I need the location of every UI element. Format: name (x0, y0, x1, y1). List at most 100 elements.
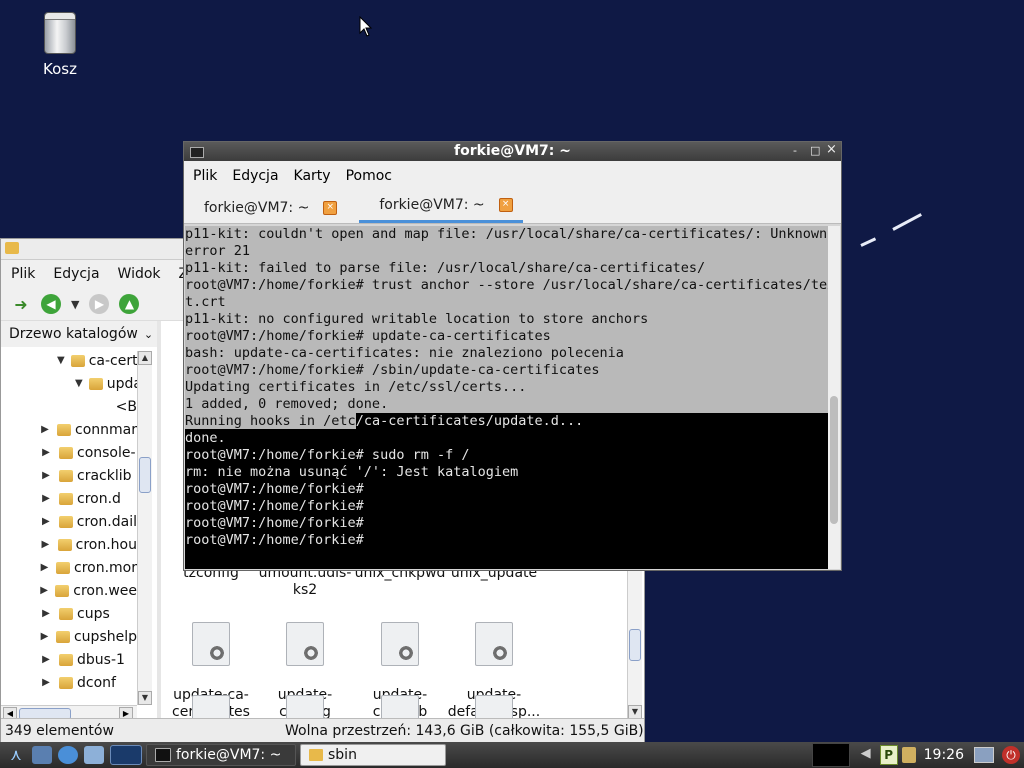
tree-item-label: connmar (75, 421, 137, 438)
collapsed-arrow-icon[interactable]: ▶ (39, 631, 50, 642)
collapsed-arrow-icon[interactable]: ▶ (39, 424, 51, 435)
tree-item[interactable]: ▶ cron.mor (1, 556, 137, 579)
collapsed-arrow-icon[interactable]: ▶ (39, 539, 52, 550)
browser-launcher-icon[interactable] (58, 746, 78, 764)
start-menu-icon[interactable]: ⋏ (6, 746, 26, 764)
volume-icon[interactable]: ◀ (854, 746, 878, 764)
tree-item-label: cupshelp (73, 628, 137, 645)
tree-item[interactable]: ▶ cron.wee (1, 579, 137, 602)
tree-item[interactable]: ▶ dbus-1 (1, 648, 137, 671)
menu-plik[interactable]: Plik (184, 168, 221, 184)
selected-text: Running hooks in /etc (185, 413, 356, 429)
taskbar-file-manager[interactable]: sbin (300, 744, 446, 766)
collapsed-arrow-icon[interactable]: ▶ (39, 470, 53, 481)
terminal-line: t.crt (185, 294, 828, 311)
minimize-icon[interactable]: - (793, 144, 797, 157)
taskbar-task-label: forkie@VM7: ~ (176, 747, 282, 763)
file-item[interactable] (444, 695, 544, 719)
system-monitor[interactable] (811, 743, 850, 767)
tree-item[interactable]: ▶ cupshelp (1, 625, 137, 648)
scroll-down-icon[interactable]: ▼ (628, 705, 642, 719)
tree-item[interactable]: ▶ cracklib (1, 464, 137, 487)
tree-item[interactable]: ▶ cron.d (1, 487, 137, 510)
menu-edycja[interactable]: Edycja (43, 266, 107, 282)
executable-file-icon (192, 695, 230, 719)
collapsed-arrow-icon[interactable]: ▶ (39, 677, 53, 688)
pager-icon[interactable]: P (879, 745, 898, 765)
menu-plik[interactable]: Plik (1, 266, 43, 282)
menu-edycja[interactable]: Edycja (223, 168, 282, 184)
tree-scrollbar-thumb[interactable] (139, 457, 151, 493)
chevron-down-icon[interactable]: ▼ (71, 298, 79, 311)
new-tab-icon[interactable]: ➜ (11, 294, 31, 314)
terminal-line: 1 added, 0 removed; done. (185, 396, 828, 413)
tree-item[interactable]: ▶ connmar (1, 418, 137, 441)
terminal-tab-2[interactable]: forkie@VM7: ~ × (359, 190, 523, 223)
collapsed-arrow-icon[interactable]: ▶ (39, 654, 53, 665)
desktop-switcher-icon[interactable] (110, 745, 142, 765)
expanded-arrow-icon[interactable]: ▼ (57, 355, 65, 366)
scroll-down-icon[interactable]: ▼ (138, 691, 152, 705)
tree-item[interactable]: ▼ ca-certifi (1, 349, 137, 372)
menu-pomoc[interactable]: Pomoc (337, 168, 396, 184)
menu-widok[interactable]: Widok (108, 266, 169, 282)
file-item[interactable] (161, 695, 261, 719)
terminal-screen[interactable]: p11-kit: couldn't open and map file: /us… (185, 226, 828, 569)
display-icon[interactable] (974, 747, 994, 763)
folder-icon (59, 469, 73, 482)
tree-item-label: cron.hou (75, 536, 137, 553)
trash-desktop-icon[interactable]: Kosz (30, 12, 90, 78)
taskbar-terminal[interactable]: forkie@VM7: ~ (146, 744, 296, 766)
executable-file-icon (192, 622, 230, 666)
terminal-window: forkie@VM7: ~ - □ × Plik Edycja Karty Po… (183, 141, 842, 571)
power-icon[interactable]: ⏻ (1002, 746, 1020, 764)
trash-label: Kosz (43, 60, 77, 78)
file-manager-launcher-icon[interactable] (32, 746, 52, 764)
tree-item[interactable]: ▶ cups (1, 602, 137, 625)
up-arrow-icon[interactable]: ▲ (119, 294, 140, 314)
files-scrollbar-thumb[interactable] (629, 629, 641, 661)
collapsed-arrow-icon[interactable]: ▶ (39, 493, 53, 504)
tree-item[interactable]: <B (1, 395, 137, 418)
terminal-line: Running hooks in /etc/ca-certificates/up… (185, 413, 828, 430)
tab-close-icon[interactable]: × (323, 201, 338, 215)
terminal-scrollbar[interactable] (828, 226, 840, 569)
file-item[interactable] (255, 695, 355, 719)
clock: 19:26 (923, 747, 964, 763)
close-icon[interactable]: × (826, 142, 837, 157)
files-scrollbar[interactable]: ▼ (627, 569, 642, 719)
tree-item[interactable]: ▼ updat (1, 372, 137, 395)
terminal-titlebar[interactable]: forkie@VM7: ~ - □ × (184, 142, 841, 161)
collapsed-arrow-icon[interactable]: ▶ (39, 608, 53, 619)
tree-view-selector[interactable]: Drzewo katalogów ⌄ (1, 321, 157, 347)
tree-scrollbar[interactable]: ▲ ▼ (137, 351, 152, 705)
tree-item-label: cron.wee (73, 582, 137, 599)
terminal-line: bash: update-ca-certificates: nie znalez… (185, 345, 828, 362)
forward-arrow-icon[interactable]: ▶ (89, 294, 110, 314)
terminal-tab-1[interactable]: forkie@VM7: ~ × (184, 193, 347, 223)
back-arrow-icon[interactable]: ◀ (41, 294, 61, 314)
menu-karty[interactable]: Karty (285, 168, 335, 184)
collapsed-arrow-icon[interactable]: ▶ (39, 562, 50, 573)
tree-item[interactable]: ▶ dconf (1, 671, 137, 694)
tree-item[interactable]: ▶ cron.dail (1, 510, 137, 533)
tree-item-label: updat (106, 375, 137, 392)
terminal-tabbar: forkie@VM7: ~ × forkie@VM7: ~ × (184, 191, 841, 224)
tree-item[interactable]: ▶ cron.hou (1, 533, 137, 556)
tab-close-icon[interactable]: × (498, 198, 513, 212)
file-item[interactable] (350, 695, 450, 719)
tree-item-label: cracklib (77, 467, 132, 484)
collapsed-arrow-icon[interactable]: ▶ (39, 585, 49, 596)
terminal-scrollbar-thumb[interactable] (830, 396, 838, 524)
network-icon[interactable] (901, 747, 916, 763)
terminal-line: root@VM7:/home/forkie# (185, 498, 364, 514)
expanded-arrow-icon[interactable]: ▼ (75, 378, 83, 389)
show-desktop-icon[interactable] (84, 746, 104, 764)
status-bar: 349 elementów Wolna przestrzeń: 143,6 Gi… (1, 718, 644, 743)
folder-icon (55, 584, 70, 597)
tree-item[interactable]: ▶ console- (1, 441, 137, 464)
scroll-up-icon[interactable]: ▲ (138, 351, 152, 365)
collapsed-arrow-icon[interactable]: ▶ (39, 516, 53, 527)
maximize-icon[interactable]: □ (810, 144, 820, 157)
collapsed-arrow-icon[interactable]: ▶ (39, 447, 53, 458)
